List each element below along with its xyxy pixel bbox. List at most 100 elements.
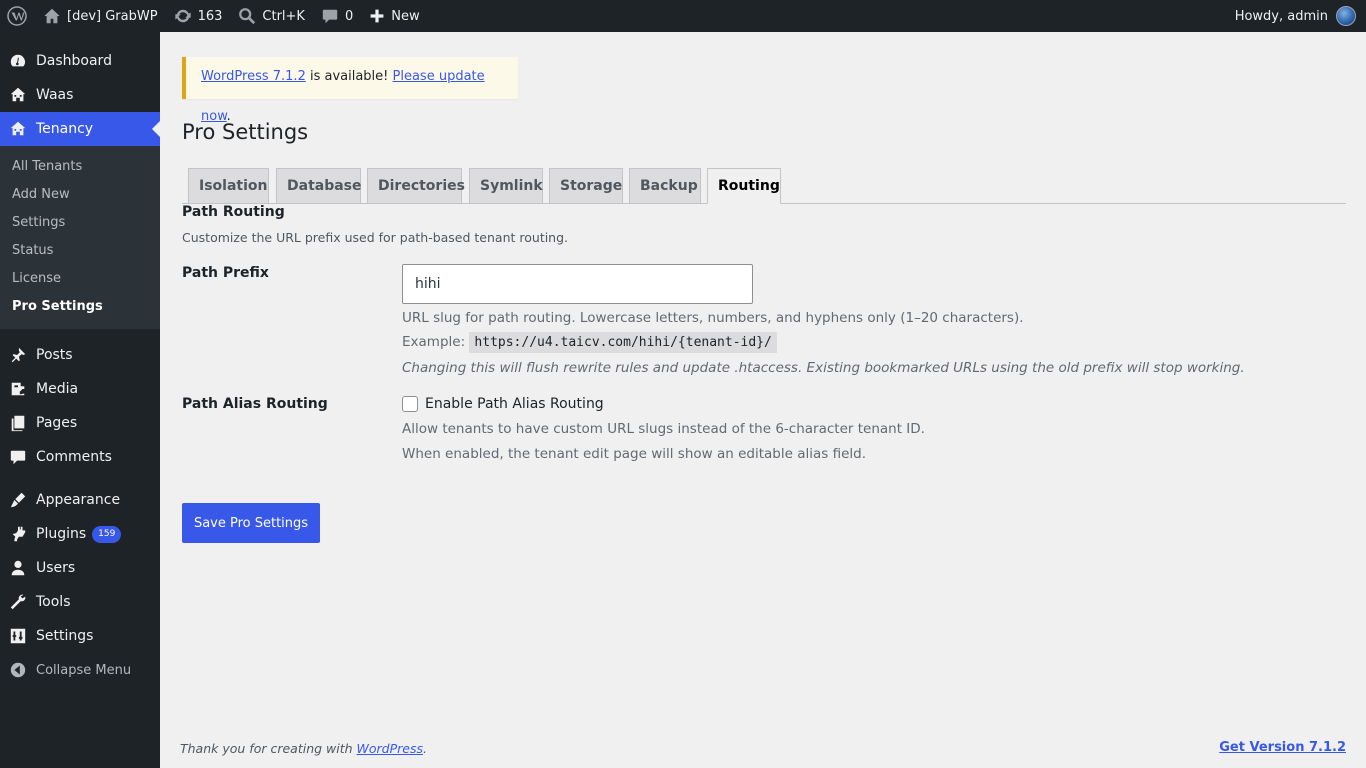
- menu-item-comments[interactable]: Comments: [0, 440, 160, 474]
- menu-item-appearance[interactable]: Appearance: [0, 483, 160, 517]
- collapse-menu-button[interactable]: Collapse Menu: [0, 653, 160, 687]
- tenancy-submenu: All Tenants Add New Settings Status Lice…: [0, 146, 160, 329]
- brush-icon: [8, 490, 28, 510]
- wordpress-logo-button[interactable]: [0, 0, 35, 32]
- search-icon: [239, 8, 256, 25]
- checkbox-label: Enable Path Alias Routing: [425, 396, 604, 412]
- menu-item-pages[interactable]: Pages: [0, 406, 160, 440]
- path-prefix-warning: Changing this will flush rewrite rules a…: [402, 360, 1245, 376]
- new-content-button[interactable]: New: [361, 0, 427, 32]
- network-icon: [8, 85, 28, 105]
- network-icon: [8, 119, 28, 139]
- alias-help-2: When enabled, the tenant edit page will …: [402, 446, 866, 462]
- menu-item-plugins[interactable]: Plugins 159: [0, 517, 160, 551]
- save-pro-settings-button[interactable]: Save Pro Settings: [182, 503, 320, 543]
- menu-label: Users: [36, 560, 76, 576]
- menu-item-users[interactable]: Users: [0, 551, 160, 585]
- media-icon: [8, 379, 28, 399]
- home-icon: [44, 8, 60, 24]
- menu-label: Comments: [36, 449, 112, 465]
- menu-label: Tools: [36, 594, 71, 610]
- section-description: Customize the URL prefix used for path-b…: [182, 230, 569, 245]
- update-notice: WordPress 7.1.2 is available! Please upd…: [182, 57, 518, 124]
- settings-tabs: Isolation Database Directories Symlink S…: [182, 168, 1346, 204]
- notice-text: is available!: [305, 69, 393, 84]
- menu-label: Tenancy: [36, 121, 94, 137]
- menu-item-dashboard[interactable]: Dashboard: [0, 44, 160, 78]
- menu-label: Pages: [36, 415, 78, 431]
- search-shortcut: Ctrl+K: [262, 8, 305, 24]
- menu-label: Waas: [36, 87, 74, 103]
- menu-item-media[interactable]: Media: [0, 372, 160, 406]
- menu-label: Plugins: [36, 526, 87, 542]
- plugins-update-badge: 159: [92, 525, 122, 543]
- pages-icon: [8, 413, 28, 433]
- menu-item-waas[interactable]: Waas: [0, 78, 160, 112]
- plugin-icon: [8, 524, 28, 544]
- comment-icon: [8, 447, 28, 467]
- comment-icon: [322, 9, 338, 24]
- site-name: [dev] GrabWP: [67, 8, 158, 24]
- submenu-all-tenants[interactable]: All Tenants: [0, 153, 160, 181]
- wrench-icon: [8, 592, 28, 612]
- alias-routing-label: Path Alias Routing: [182, 396, 328, 412]
- submenu-pro-settings[interactable]: Pro Settings: [0, 293, 160, 321]
- updates-link[interactable]: 163: [166, 0, 231, 32]
- path-prefix-help: URL slug for path routing. Lowercase let…: [402, 310, 1024, 326]
- tab-routing[interactable]: Routing: [707, 168, 781, 204]
- section-title: Path Routing: [182, 204, 285, 220]
- tab-storage[interactable]: Storage: [549, 168, 623, 204]
- tab-directories[interactable]: Directories: [367, 168, 465, 204]
- menu-label: Collapse Menu: [36, 662, 132, 678]
- updates-count: 163: [197, 8, 223, 24]
- submenu-license[interactable]: License: [0, 265, 160, 293]
- alias-help-1: Allow tenants to have custom URL slugs i…: [402, 421, 925, 437]
- sliders-icon: [8, 626, 28, 646]
- tab-database[interactable]: Database: [276, 168, 362, 204]
- submenu-settings[interactable]: Settings: [0, 209, 160, 237]
- path-prefix-label: Path Prefix: [182, 265, 269, 281]
- path-prefix-example: Example: https://u4.taicv.com/hihi/{tena…: [402, 332, 777, 353]
- path-prefix-input[interactable]: [402, 264, 753, 304]
- footer-thanks: Thank you for creating with WordPress.: [180, 741, 427, 756]
- footer-wordpress-link[interactable]: WordPress: [357, 741, 423, 756]
- submenu-status[interactable]: Status: [0, 237, 160, 265]
- search-shortcut-button[interactable]: Ctrl+K: [230, 0, 313, 32]
- menu-label: Media: [36, 381, 79, 397]
- user-icon: [8, 558, 28, 578]
- tab-isolation[interactable]: Isolation: [188, 168, 269, 204]
- menu-item-tenancy[interactable]: Tenancy: [0, 112, 160, 146]
- comments-link[interactable]: 0: [313, 0, 361, 32]
- tab-symlink[interactable]: Symlink: [469, 168, 543, 204]
- menu-label: Dashboard: [36, 53, 112, 69]
- menu-item-tools[interactable]: Tools: [0, 585, 160, 619]
- admin-bar: [dev] GrabWP 163 Ctrl+K 0 New Howdy, adm…: [0, 0, 1366, 32]
- menu-label: Appearance: [36, 492, 121, 508]
- updates-icon: [174, 9, 191, 23]
- main-content: WordPress 7.1.2 is available! Please upd…: [160, 32, 1366, 768]
- alias-routing-toggle[interactable]: Enable Path Alias Routing: [402, 396, 604, 412]
- my-account-menu[interactable]: Howdy, admin: [1227, 0, 1366, 32]
- menu-label: Posts: [36, 347, 73, 363]
- greeting: Howdy, admin: [1234, 8, 1328, 24]
- wordpress-version-link[interactable]: WordPress 7.1.2: [201, 69, 306, 84]
- collapse-icon: [8, 660, 28, 680]
- footer-thanks-text: Thank you for creating with: [180, 741, 357, 756]
- site-name-link[interactable]: [dev] GrabWP: [35, 0, 166, 32]
- new-label: New: [391, 8, 420, 24]
- menu-item-settings[interactable]: Settings: [0, 619, 160, 653]
- footer-period: .: [423, 741, 427, 756]
- tab-backup[interactable]: Backup: [629, 168, 701, 204]
- menu-label: Settings: [36, 628, 94, 644]
- pushpin-icon: [8, 345, 28, 365]
- example-url: https://u4.taicv.com/hihi/{tenant-id}/: [469, 332, 777, 353]
- admin-menu: Dashboard Waas Tenancy All Tenants Add N…: [0, 32, 160, 768]
- page-title: Pro Settings: [182, 120, 309, 144]
- menu-item-posts[interactable]: Posts: [0, 338, 160, 372]
- comments-count: 0: [344, 8, 354, 24]
- dashboard-icon: [8, 51, 28, 71]
- enable-alias-checkbox[interactable]: [402, 396, 418, 412]
- submenu-add-new[interactable]: Add New: [0, 181, 160, 209]
- get-version-link[interactable]: Get Version 7.1.2: [1219, 740, 1346, 755]
- wordpress-logo-icon: [7, 6, 27, 26]
